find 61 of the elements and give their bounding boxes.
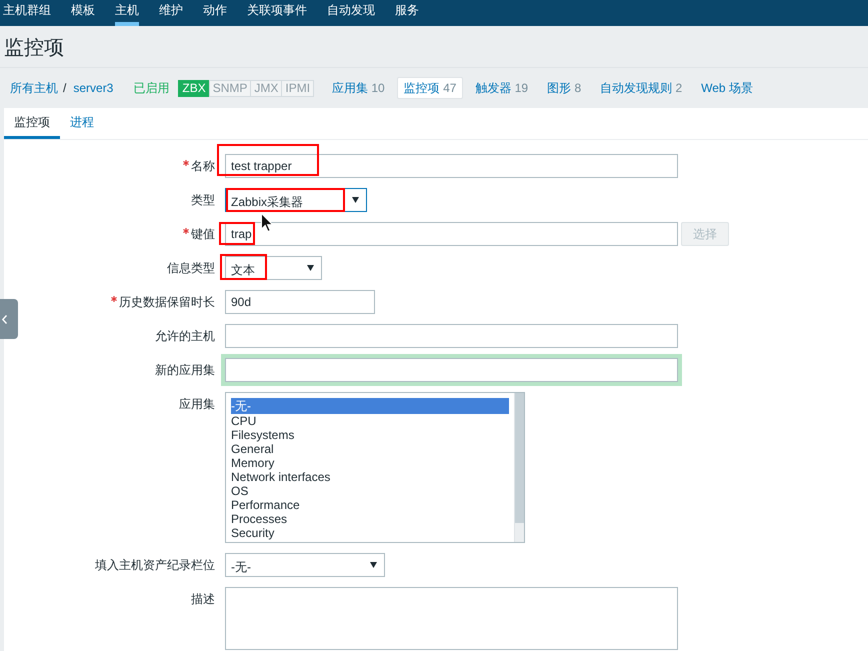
list-option[interactable]: Security xyxy=(231,526,509,540)
availability-badge: IPMI xyxy=(281,80,314,96)
field-label: 历史数据保留时长 xyxy=(119,294,215,311)
mouse-pointer-icon xyxy=(261,213,273,232)
key-input[interactable]: trap xyxy=(225,222,678,246)
list-option[interactable]: Performance xyxy=(231,498,509,512)
list-option[interactable]: -无- xyxy=(231,398,509,414)
form-tab[interactable]: 进程 xyxy=(60,108,104,139)
chevron-left-icon xyxy=(2,314,7,324)
field-label: 新的应用集 xyxy=(155,362,215,379)
field-label: 键值 xyxy=(191,226,215,243)
caret-icon xyxy=(370,562,377,568)
breadcrumb-link[interactable]: server3 xyxy=(73,81,114,95)
host-tab[interactable]: Web 场景 xyxy=(694,77,760,99)
form-tab[interactable]: 监控项 xyxy=(4,108,60,139)
nav-tab[interactable]: 关联项事件 xyxy=(247,0,307,26)
nav-tab[interactable]: 动作 xyxy=(203,0,227,26)
nav-tab[interactable]: 服务 xyxy=(395,0,419,26)
nav-tab[interactable]: 主机群组 xyxy=(3,0,51,26)
list-option[interactable]: Filesystems xyxy=(231,428,509,442)
availability-badge: SNMP xyxy=(208,80,252,96)
sidebar-toggle[interactable] xyxy=(0,299,18,339)
list-option[interactable]: Processes xyxy=(231,512,509,526)
page-title: 监控项 xyxy=(4,36,64,61)
list-option[interactable]: General xyxy=(231,442,509,456)
host-tab[interactable]: 触发器 19 xyxy=(468,77,536,99)
applications-listbox[interactable]: -无- CPU Filesystems General Memory Network interfaces OS Performance Processes Security xyxy=(225,392,525,543)
nav-tab[interactable]: 模板 xyxy=(71,0,95,26)
host-tab[interactable]: 监控项 47 xyxy=(396,77,464,99)
host-tab[interactable]: 图形 8 xyxy=(540,77,588,99)
nav-tab[interactable]: 维护 xyxy=(159,0,183,26)
host-tab[interactable]: 应用集 10 xyxy=(325,77,392,99)
field-label: 信息类型 xyxy=(167,260,215,277)
allowed-hosts-input[interactable] xyxy=(225,324,678,348)
list-option[interactable]: Network interfaces xyxy=(231,470,509,484)
name-input[interactable]: test trapper xyxy=(225,154,678,178)
field-label: 允许的主机 xyxy=(155,328,215,345)
field-label: 名称 xyxy=(191,158,215,175)
field-label: 应用集 xyxy=(179,396,215,413)
host-tab[interactable]: 自动发现规则 2 xyxy=(593,77,690,99)
nav-tab[interactable]: 主机 xyxy=(115,0,139,26)
caret-icon xyxy=(352,197,359,203)
nav-tab[interactable]: 自动发现 xyxy=(327,0,375,26)
caret-icon xyxy=(307,265,314,271)
scrollbar-track[interactable] xyxy=(514,393,524,542)
breadcrumb-separator: / xyxy=(63,81,66,95)
list-option[interactable]: Memory xyxy=(231,456,509,470)
list-option[interactable]: CPU xyxy=(231,414,509,428)
description-textarea[interactable] xyxy=(225,587,678,650)
scrollbar-thumb[interactable] xyxy=(515,393,524,523)
history-period-input[interactable]: 90d xyxy=(225,290,375,314)
inventory-field-dropdown[interactable]: -无- xyxy=(225,553,385,577)
list-option[interactable]: OS xyxy=(231,484,509,498)
field-label: 类型 xyxy=(191,192,215,209)
new-application-input[interactable] xyxy=(221,354,682,386)
field-label: 描述 xyxy=(191,591,215,608)
availability-badge: JMX xyxy=(250,80,282,96)
availability-badge: ZBX xyxy=(178,80,210,96)
breadcrumb-link[interactable]: 所有主机 xyxy=(10,80,58,96)
info-type-dropdown[interactable]: 文本 xyxy=(225,256,322,280)
field-label: 填入主机资产纪录栏位 xyxy=(95,557,215,574)
